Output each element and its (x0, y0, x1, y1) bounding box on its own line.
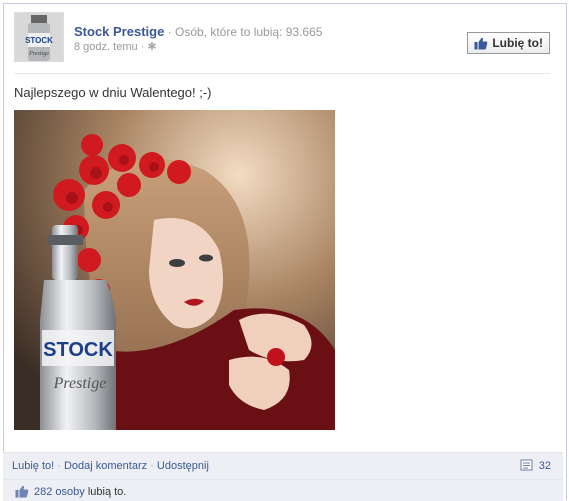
name-separator: · (164, 25, 175, 39)
name-line: Stock Prestige · Osób, które to lubią: 9… (74, 24, 322, 39)
like-page-button[interactable]: Lubię to! (467, 32, 550, 54)
thumbs-up-icon (15, 485, 29, 498)
action-sep-1: · (54, 460, 64, 472)
thumbs-up-icon (474, 37, 488, 49)
meta-separator: · (137, 41, 148, 53)
post-timestamp[interactable]: 8 godz. temu (74, 41, 138, 53)
action-links: Lubię to! · Dodaj komentarz · Udostępnij (12, 460, 209, 472)
avatar-bottle-image: STOCK Prestige (15, 13, 63, 61)
page-likes-count: Osób, które to lubią: 93.665 (175, 25, 323, 39)
share-link[interactable]: Udostępnij (157, 460, 209, 472)
comment-link[interactable]: Dodaj komentarz (64, 460, 147, 472)
post-header: STOCK Prestige Stock Prestige · Osób, kt… (14, 12, 552, 72)
post-photo[interactable]: STOCK Prestige (14, 110, 335, 430)
privacy-gear-icon[interactable]: ✱ (147, 41, 156, 53)
post-message: Najlepszego w dniu Walentego! ;-) (14, 85, 212, 100)
comments-counter[interactable]: 32 (520, 459, 551, 472)
like-page-label: Lubię to! (492, 36, 543, 50)
avatar-brand-text: STOCK (25, 36, 53, 45)
post-meta: 8 godz. temu · ✱ (74, 40, 157, 53)
comment-count: 32 (538, 459, 551, 472)
bottle-sub-text: Prestige (53, 375, 107, 392)
page-avatar[interactable]: STOCK Prestige (14, 12, 64, 62)
bottle-brand-text: STOCK (43, 339, 113, 361)
photo-illustration: STOCK Prestige (14, 110, 335, 430)
likes-suffix: lubią to. (84, 485, 127, 498)
likes-count-link[interactable]: 282 osoby (34, 486, 85, 498)
action-bar: Lubię to! · Dodaj komentarz · Udostępnij… (3, 452, 563, 479)
page-name-link[interactable]: Stock Prestige (74, 24, 164, 39)
avatar-sub-text: Prestige (28, 51, 49, 57)
likes-summary: 282 osoby lubią to. (3, 479, 563, 501)
comment-icon (520, 459, 533, 471)
action-sep-2: · (147, 460, 157, 472)
like-link[interactable]: Lubię to! (12, 460, 54, 472)
header-divider (14, 73, 550, 74)
